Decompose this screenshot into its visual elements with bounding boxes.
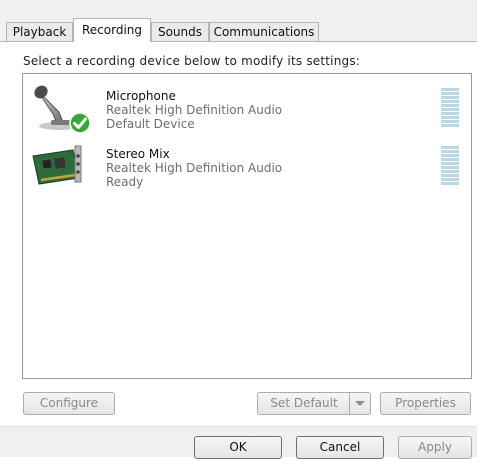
device-item-stereo-mix[interactable]: Stereo Mix Realtek High Definition Audio… (23, 138, 471, 196)
microphone-icon (29, 82, 91, 134)
level-meter (441, 146, 459, 192)
properties-button[interactable]: Properties (380, 392, 471, 415)
check-badge-icon (69, 112, 91, 134)
tab-playback[interactable]: Playback (6, 22, 73, 41)
device-list[interactable]: Microphone Realtek High Definition Audio… (22, 73, 472, 379)
tab-strip: Playback Recording Sounds Communications (0, 0, 477, 44)
device-name: Stereo Mix (106, 147, 170, 161)
device-status: Ready (106, 175, 144, 189)
set-default-label: Set Default (270, 396, 338, 410)
sound-card-icon (29, 140, 89, 190)
set-default-split-button[interactable]: Set Default (257, 392, 371, 415)
device-description: Realtek High Definition Audio (106, 161, 283, 175)
apply-button[interactable]: Apply (398, 436, 472, 459)
device-status: Default Device (106, 117, 195, 131)
cancel-button[interactable]: Cancel (296, 436, 384, 459)
device-description: Realtek High Definition Audio (106, 103, 283, 117)
device-item-microphone[interactable]: Microphone Realtek High Definition Audio… (23, 80, 471, 138)
device-name: Microphone (106, 89, 176, 103)
level-meter (441, 88, 459, 134)
instruction-text: Select a recording device below to modif… (23, 54, 361, 68)
chevron-down-icon[interactable] (349, 393, 370, 414)
tab-recording[interactable]: Recording (73, 18, 151, 42)
configure-button[interactable]: Configure (23, 392, 115, 415)
ok-button[interactable]: OK (194, 436, 282, 459)
tab-communications[interactable]: Communications (209, 22, 319, 41)
tab-sounds[interactable]: Sounds (151, 22, 209, 41)
